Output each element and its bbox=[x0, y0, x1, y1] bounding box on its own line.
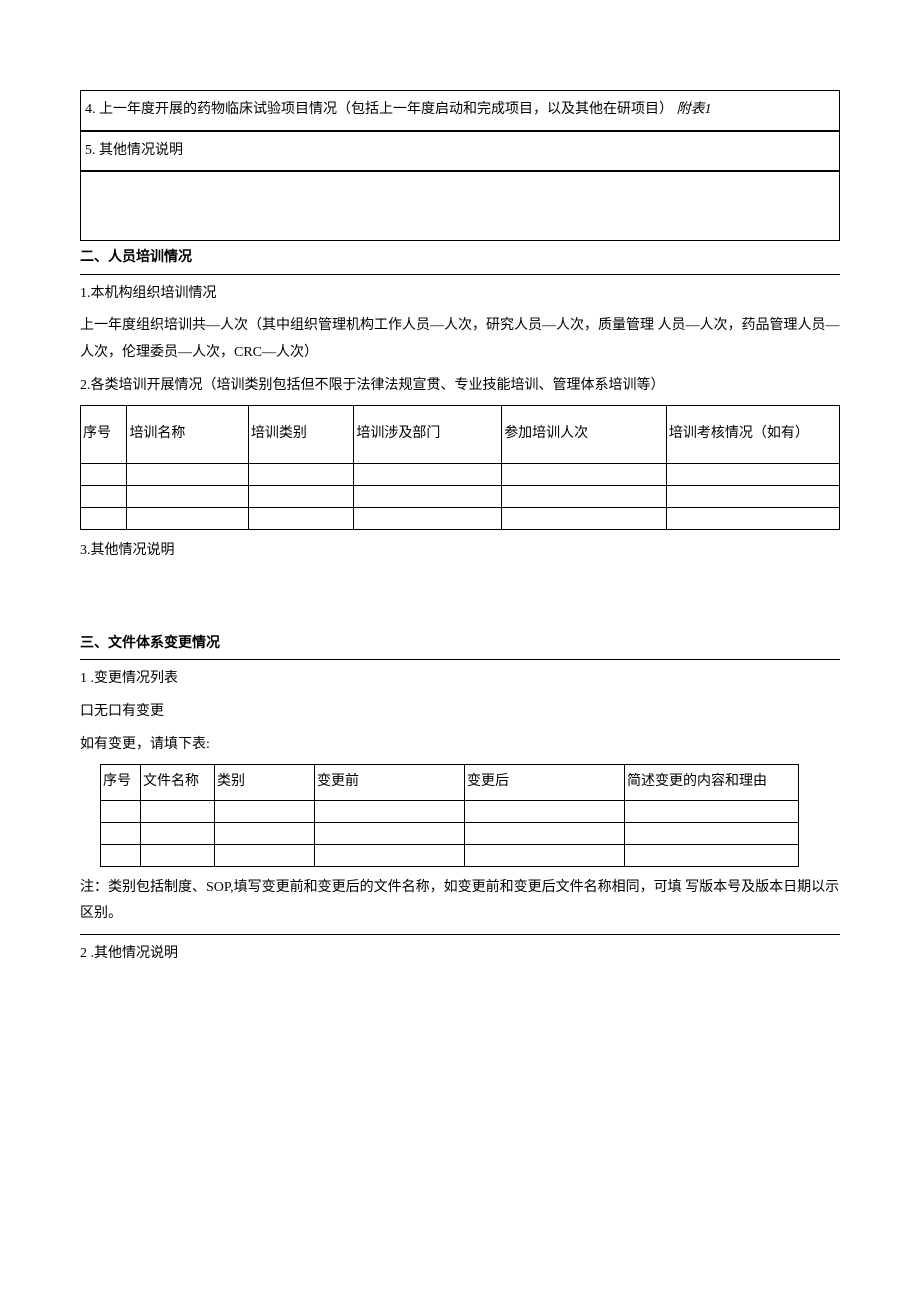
item5-number: 5. bbox=[85, 143, 96, 158]
sec3-note: 注：类别包括制度、SOP,填写变更前和变更后的文件名称，如变更前和变更后文件名称… bbox=[80, 875, 840, 928]
th-cnt: 参加培训人次 bbox=[502, 406, 667, 464]
section3-title: 三、文件体系变更情况 bbox=[80, 629, 840, 661]
divider bbox=[80, 934, 840, 935]
th-cat: 培训类别 bbox=[248, 406, 354, 464]
table-row bbox=[101, 800, 799, 822]
th-note: 培训考核情况（如有） bbox=[666, 406, 839, 464]
section1-item5-box: 5. 其他情况说明 bbox=[80, 131, 840, 172]
sec2-p1a: 1.本机构组织培训情况 bbox=[80, 281, 840, 308]
th2-name: 文件名称 bbox=[141, 765, 215, 801]
change-table: 序号 文件名称 类别 变更前 变更后 简述变更的内容和理由 bbox=[100, 764, 799, 867]
table-row bbox=[101, 844, 799, 866]
table-row bbox=[81, 464, 840, 486]
th2-after: 变更后 bbox=[465, 765, 625, 801]
item5-text: 其他情况说明 bbox=[99, 143, 183, 158]
training-table-header: 序号 培训名称 培训类别 培训涉及部门 参加培训人次 培训考核情况（如有） bbox=[81, 406, 840, 464]
th-seq: 序号 bbox=[81, 406, 127, 464]
change-table-header: 序号 文件名称 类别 变更前 变更后 简述变更的内容和理由 bbox=[101, 765, 799, 801]
table-row bbox=[81, 486, 840, 508]
th2-reason: 简述变更的内容和理由 bbox=[625, 765, 799, 801]
sec3-p1b: 如有变更，请填下表: bbox=[80, 732, 840, 759]
sec3-p1a: 口无口有变更 bbox=[80, 699, 840, 726]
item4-attach: 附表1 bbox=[677, 102, 712, 117]
th2-seq: 序号 bbox=[101, 765, 141, 801]
th2-cat: 类别 bbox=[215, 765, 315, 801]
table-row bbox=[101, 822, 799, 844]
sec2-p1b: 上一年度组织培训共—人次（其中组织管理机构工作人员—人次，研究人员—人次，质量管… bbox=[80, 313, 840, 366]
item4-number: 4. bbox=[85, 102, 96, 117]
th-name: 培训名称 bbox=[127, 406, 248, 464]
sec2-p2: 2.各类培训开展情况（培训类别包括但不限于法律法规宣贯、专业技能培训、管理体系培… bbox=[80, 373, 840, 400]
training-table: 序号 培训名称 培训类别 培训涉及部门 参加培训人次 培训考核情况（如有） bbox=[80, 405, 840, 530]
th2-before: 变更前 bbox=[315, 765, 465, 801]
section2-title: 二、人员培训情况 bbox=[80, 243, 840, 275]
sec2-p3: 3.其他情况说明 bbox=[80, 538, 840, 565]
section1-item5-blank bbox=[80, 171, 840, 241]
table-row bbox=[81, 508, 840, 530]
item4-text: 上一年度开展的药物临床试验项目情况（包括上一年度启动和完成项目，以及其他在研项目… bbox=[99, 102, 673, 117]
sec3-p2: 2 .其他情况说明 bbox=[80, 941, 840, 968]
section1-item4-box: 4. 上一年度开展的药物临床试验项目情况（包括上一年度启动和完成项目，以及其他在… bbox=[80, 90, 840, 131]
th-dept: 培训涉及部门 bbox=[354, 406, 502, 464]
sec3-p1: 1 .变更情况列表 bbox=[80, 666, 840, 693]
